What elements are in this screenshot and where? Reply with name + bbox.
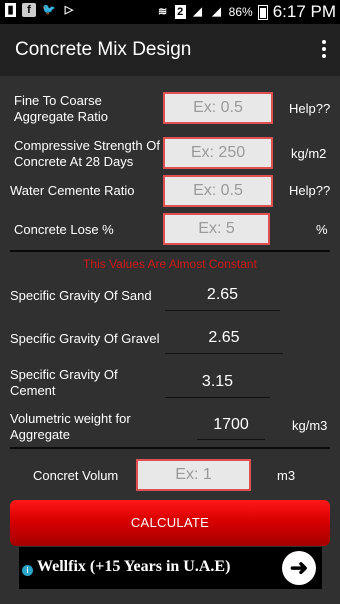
cement-value[interactable]: 3.15 — [165, 373, 270, 391]
signal-icon: ◢ — [193, 6, 202, 18]
ratio-label: Fine To Coarse Aggregate Ratio — [14, 93, 108, 124]
battery-icon — [257, 4, 268, 20]
weight-label: Volumetric weight for Aggregate — [10, 411, 131, 442]
signal-box: 2 — [174, 5, 186, 19]
overflow-menu-icon[interactable] — [322, 40, 328, 61]
sand-value[interactable]: 2.65 — [165, 286, 280, 304]
volume-unit: m3 — [277, 468, 296, 483]
ratio-help[interactable]: Help?? — [289, 101, 330, 116]
sand-label: Specific Gravity Of Sand — [10, 288, 152, 303]
weight-underline — [197, 439, 265, 440]
ad-text: Wellfix (+15 Years in U.A.E) — [37, 558, 231, 575]
sand-underline — [165, 310, 280, 311]
lose-input[interactable] — [163, 213, 270, 245]
ad-info-icon[interactable]: i — [22, 565, 33, 576]
gravel-underline — [165, 353, 283, 354]
lose-label: Concrete Lose % — [14, 222, 114, 237]
volume-label: Concret Volum — [33, 468, 119, 483]
strength-label: Compressive Strength Of Concrete At 28 D… — [14, 138, 160, 169]
gravel-label: Specific Gravity Of Gravel — [10, 331, 160, 346]
divider-top — [10, 250, 330, 252]
strength-input[interactable] — [163, 137, 273, 169]
ad-banner[interactable]: i Wellfix (+15 Years in U.A.E) ➜ — [19, 547, 322, 589]
cement-underline — [165, 397, 270, 398]
water-input[interactable] — [163, 175, 273, 207]
facebook-icon: f — [22, 3, 36, 17]
sim-icon: ▮ — [5, 3, 16, 17]
ratio-input[interactable] — [163, 92, 273, 124]
weight-value[interactable]: 1700 — [197, 416, 265, 434]
cement-label: Specific Gravity Of Cement — [10, 367, 118, 398]
app-bar: Concrete Mix Design — [0, 24, 340, 76]
weight-unit: kg/m3 — [292, 418, 328, 433]
status-left-icons: ▮ f 🐦 ▷ — [5, 3, 76, 17]
status-bar: ▮ f 🐦 ▷ ≋ 2 ◢ ◢ 86% 6:17 PM — [0, 0, 340, 24]
divider-bottom — [10, 447, 330, 449]
battery-percent: 86% — [228, 5, 253, 19]
ad-arrow-button[interactable]: ➜ — [282, 551, 316, 585]
twitter-icon: 🐦 — [42, 4, 56, 16]
app-title: Concrete Mix Design — [15, 39, 192, 60]
lose-unit: % — [316, 222, 328, 237]
status-right-icons: ≋ 2 ◢ ◢ 86% 6:17 PM — [156, 2, 336, 22]
signal-2-icon: ◢ — [212, 6, 221, 18]
constant-note: This Values Are Almost Constant — [83, 257, 257, 271]
gravel-value[interactable]: 2.65 — [165, 329, 283, 347]
water-help[interactable]: Help?? — [289, 183, 330, 198]
wifi-icon: ≋ — [158, 6, 168, 18]
play-store-icon: ▷ — [64, 4, 74, 16]
volume-input[interactable] — [136, 459, 251, 491]
calculate-button[interactable]: CALCULATE — [10, 500, 330, 546]
clock: 6:17 PM — [272, 2, 336, 21]
water-label: Water Cemente Ratio — [10, 183, 135, 198]
strength-unit: kg/m2 — [291, 146, 327, 161]
